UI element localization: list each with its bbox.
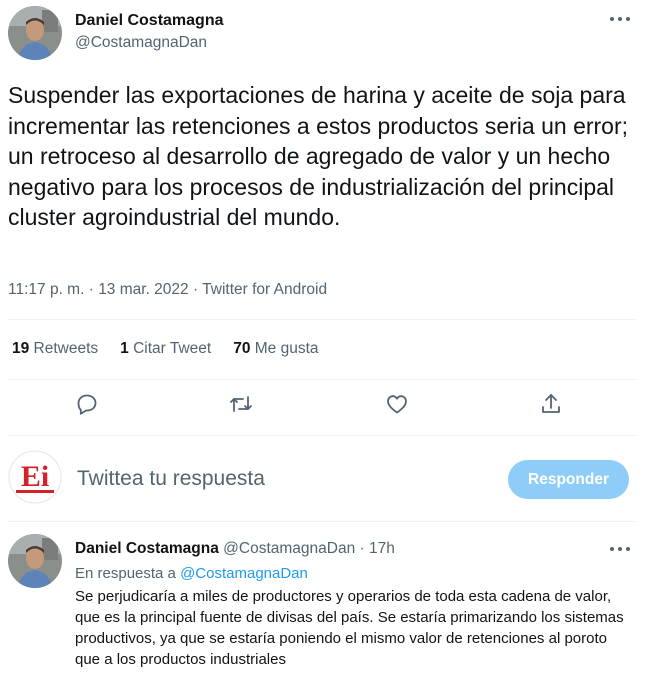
quotes-label: Citar Tweet bbox=[128, 340, 212, 357]
author-avatar[interactable] bbox=[8, 6, 62, 60]
tweet-time[interactable]: 11:17 p. m. bbox=[8, 281, 84, 298]
divider bbox=[8, 319, 636, 320]
like-icon[interactable] bbox=[385, 392, 409, 416]
reply-header: Daniel Costamagna @CostamagnaDan · 17h bbox=[75, 540, 395, 558]
more-dot bbox=[626, 17, 630, 21]
tweet-header: Daniel Costamagna @CostamagnaDan bbox=[8, 6, 636, 60]
tweet-source[interactable]: Twitter for Android bbox=[202, 281, 327, 298]
reply-icon[interactable] bbox=[75, 392, 99, 416]
reply-author-handle[interactable]: @CostamagnaDan bbox=[223, 540, 355, 557]
avatar-photo-icon bbox=[8, 534, 62, 588]
more-dot bbox=[618, 17, 622, 21]
divider bbox=[8, 521, 636, 522]
reply-input[interactable]: Twittea tu respuesta bbox=[77, 467, 265, 491]
tweet-actions bbox=[8, 384, 636, 424]
likes-count: 70 bbox=[233, 340, 251, 357]
avatar-photo-icon bbox=[8, 6, 62, 60]
quotes-count: 1 bbox=[120, 340, 129, 357]
svg-text:Ei: Ei bbox=[21, 460, 49, 493]
divider bbox=[8, 435, 636, 436]
more-dot bbox=[610, 17, 614, 21]
quotes-stat[interactable]: 1 Citar Tweet bbox=[120, 340, 211, 358]
more-dot bbox=[626, 547, 630, 551]
meta-separator: · bbox=[355, 540, 370, 557]
reply-author-name[interactable]: Daniel Costamagna bbox=[75, 540, 219, 557]
more-dot bbox=[618, 547, 622, 551]
retweets-count: 19 bbox=[12, 340, 30, 357]
tweet-meta: 11:17 p. m. · 13 mar. 2022 · Twitter for… bbox=[8, 281, 327, 299]
more-dot bbox=[610, 547, 614, 551]
reply-text: Se perjudicaría a miles de productores y… bbox=[75, 588, 624, 668]
replying-to: En respuesta a @CostamagnaDan bbox=[75, 565, 308, 582]
reply-time[interactable]: 17h bbox=[369, 540, 395, 557]
reply-composer: Ei Twittea tu respuesta Responder bbox=[8, 450, 636, 510]
tweet-stats: 19 Retweets 1 Citar Tweet 70 Me gusta bbox=[12, 340, 319, 358]
author-name[interactable]: Daniel Costamagna bbox=[75, 12, 223, 30]
more-icon[interactable] bbox=[610, 12, 630, 26]
divider bbox=[8, 379, 636, 380]
likes-label: Me gusta bbox=[250, 340, 319, 357]
meta-separator: · bbox=[84, 281, 99, 298]
reply-tweet: Daniel Costamagna @CostamagnaDan · 17h E… bbox=[8, 534, 636, 674]
user-logo-icon[interactable]: Ei bbox=[8, 450, 62, 504]
tweet-text: Suspender las exportaciones de harina y … bbox=[8, 82, 629, 230]
reply-button[interactable]: Responder bbox=[508, 460, 629, 499]
replying-prefix: En respuesta a bbox=[75, 565, 181, 582]
replying-handle[interactable]: @CostamagnaDan bbox=[180, 565, 308, 582]
share-icon[interactable] bbox=[539, 392, 563, 416]
tweet-date[interactable]: 13 mar. 2022 bbox=[98, 281, 188, 298]
likes-stat[interactable]: 70 Me gusta bbox=[233, 340, 318, 358]
retweets-label: Retweets bbox=[29, 340, 99, 357]
more-icon[interactable] bbox=[610, 542, 630, 556]
author-handle[interactable]: @CostamagnaDan bbox=[75, 34, 207, 52]
reply-author-avatar[interactable] bbox=[8, 534, 62, 588]
retweet-icon[interactable] bbox=[229, 392, 253, 416]
meta-separator: · bbox=[188, 281, 203, 298]
retweets-stat[interactable]: 19 Retweets bbox=[12, 340, 98, 358]
